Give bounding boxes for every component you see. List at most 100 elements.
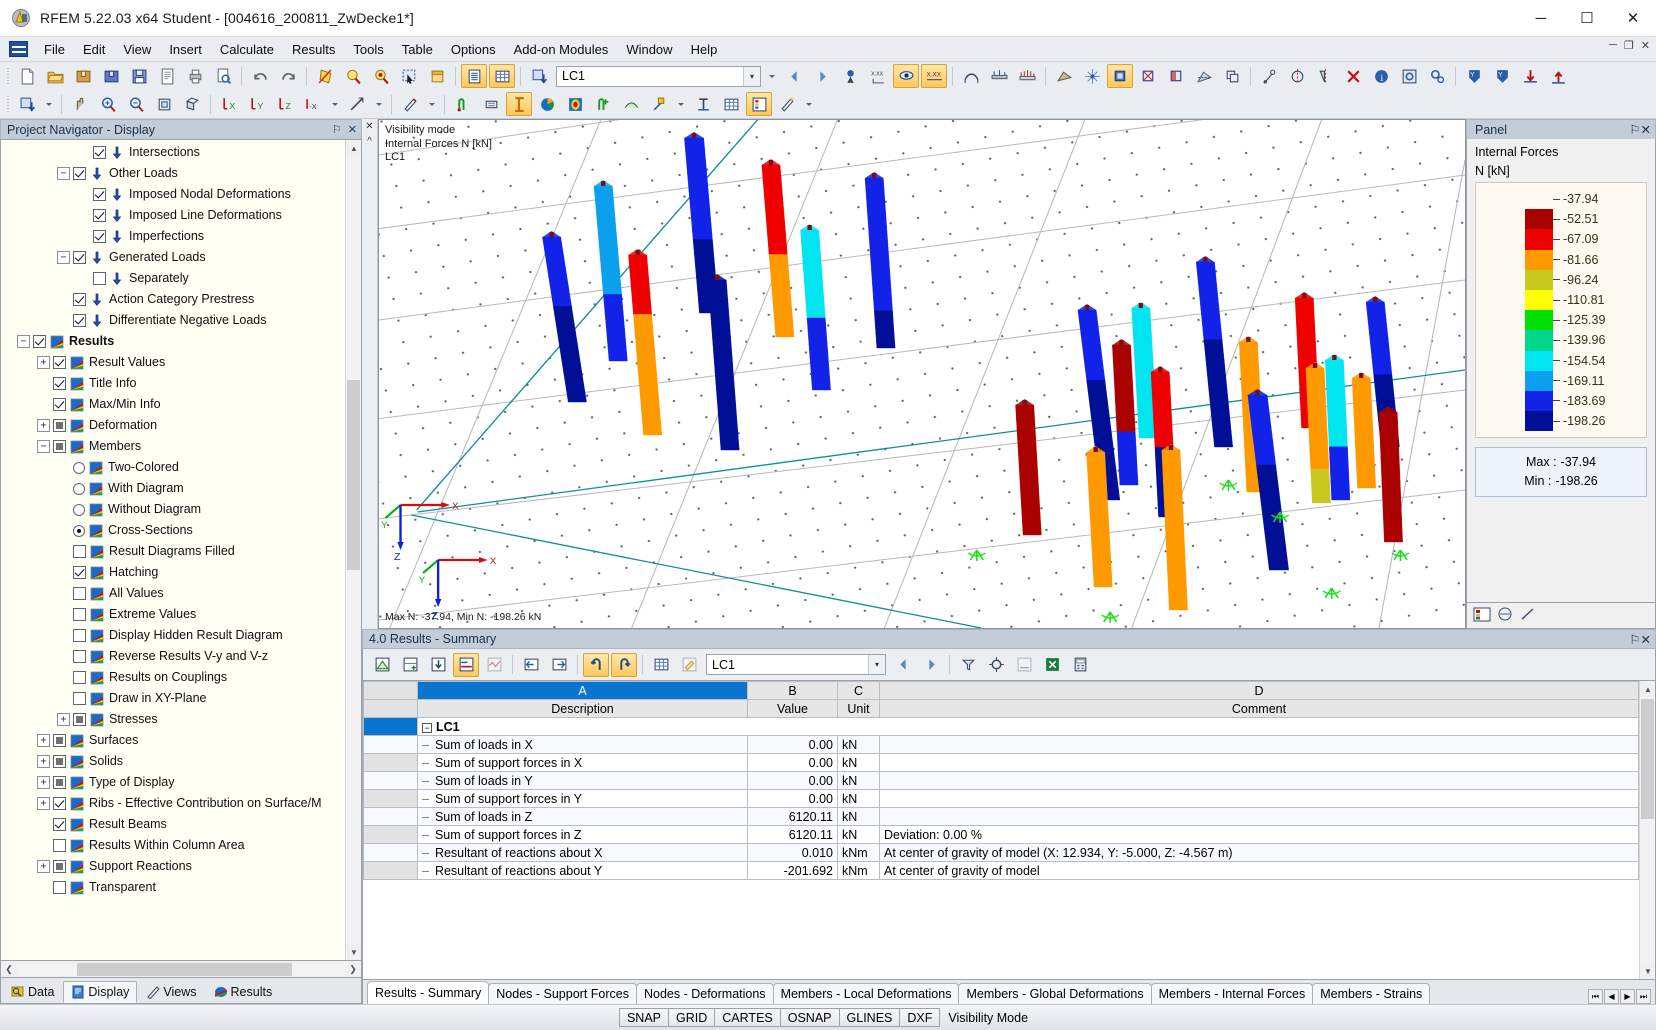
zoom-all-button[interactable] — [151, 92, 177, 116]
tree-checkbox[interactable] — [33, 335, 46, 348]
table-import-button[interactable] — [425, 653, 451, 677]
table-row[interactable]: – Sum of support forces in X 0.00 kN — [363, 753, 1639, 772]
table-tab[interactable]: Nodes - Deformations — [635, 983, 774, 1004]
status-segment-grid[interactable]: GRID — [668, 1008, 716, 1027]
tree-checkbox[interactable] — [93, 188, 106, 201]
maximize-button[interactable]: ☐ — [1564, 0, 1610, 37]
mirror-button[interactable] — [1312, 64, 1338, 88]
row-header[interactable] — [363, 825, 418, 844]
column-letter-header[interactable]: B — [747, 681, 838, 700]
show-grid-table-button[interactable] — [489, 64, 515, 88]
tree-item[interactable]: + Surfaces — [1, 730, 361, 751]
open-network-button[interactable] — [98, 64, 124, 88]
collapse-icon[interactable]: − — [57, 251, 70, 264]
expand-icon[interactable]: + — [37, 755, 50, 768]
tree-radio[interactable] — [73, 524, 85, 537]
navigator-tree[interactable]: Intersections − Other Loads Imposed Nodal D… — [0, 139, 362, 961]
view-in-y-button[interactable]: Y — [244, 92, 270, 116]
tree-checkbox[interactable] — [73, 608, 86, 621]
surface-results-button[interactable] — [562, 92, 588, 116]
export-excel-button[interactable] — [1039, 653, 1065, 677]
menu-edit[interactable]: Edit — [74, 39, 114, 60]
next-lc-button[interactable] — [809, 64, 835, 88]
custom-results-button[interactable] — [646, 92, 672, 116]
tree-checkbox[interactable] — [53, 839, 66, 852]
tree-item[interactable]: Result Beams — [1, 814, 361, 835]
grid-scroll-up-button[interactable]: ▲ — [1640, 681, 1655, 697]
tree-item[interactable]: + Support Reactions — [1, 856, 361, 877]
tree-checkbox[interactable] — [53, 755, 66, 768]
section-cut-button[interactable] — [690, 92, 716, 116]
nodal-support-button[interactable] — [478, 92, 504, 116]
column-letter-header[interactable] — [363, 681, 418, 700]
view-dropdown[interactable] — [328, 92, 342, 116]
column-letter-header[interactable]: A — [417, 681, 748, 700]
zoom-box-button[interactable] — [179, 92, 205, 116]
tree-radio[interactable] — [73, 503, 85, 516]
status-segment-dxf[interactable]: DXF — [899, 1008, 941, 1027]
status-segment-osnap[interactable]: OSNAP — [779, 1008, 840, 1027]
results-grid[interactable]: A B C D Description Value Unit Comment − LC1– Sum… — [362, 680, 1656, 980]
tree-item[interactable]: Without Diagram — [1, 499, 361, 520]
sections-button[interactable] — [1191, 64, 1217, 88]
navigator-tab-display[interactable]: Display — [63, 981, 138, 1003]
tree-checkbox[interactable] — [73, 251, 86, 264]
color-bar-button[interactable] — [746, 92, 772, 116]
grid-scroll-down-button[interactable]: ▼ — [1640, 963, 1655, 979]
menu-results[interactable]: Results — [283, 39, 344, 60]
navigator-tab-data[interactable]: Data — [3, 981, 62, 1003]
row-header[interactable] — [363, 789, 418, 808]
member-forces-button[interactable] — [986, 64, 1012, 88]
table-nav-button[interactable]: ⏭ — [1636, 989, 1651, 1004]
tree-item[interactable]: Imposed Line Deformations — [1, 205, 361, 226]
tree-checkbox[interactable] — [93, 209, 106, 222]
tree-checkbox[interactable] — [93, 230, 106, 243]
scroll-thumb[interactable] — [347, 380, 360, 570]
table-row[interactable]: – Resultant of reactions about X 0.010 kNm A… — [363, 843, 1639, 862]
table-tab[interactable]: Members - Local Deformations — [772, 983, 960, 1004]
measure-button[interactable] — [1256, 64, 1282, 88]
menu-addon-modules[interactable]: Add-on Modules — [505, 39, 618, 60]
mdi-minimize-button[interactable]: ─ — [1609, 39, 1617, 52]
table-tab[interactable]: Members - Global Deformations — [958, 983, 1152, 1004]
print-button[interactable] — [182, 64, 208, 88]
tree-radio[interactable] — [73, 461, 85, 474]
tree-item[interactable]: Extreme Values — [1, 604, 361, 625]
open-file-button[interactable] — [42, 64, 68, 88]
table-row[interactable]: – Resultant of reactions about Y -201.692 k… — [363, 861, 1639, 880]
zoom-rotate-button[interactable] — [368, 64, 394, 88]
expand-icon[interactable]: + — [37, 776, 50, 789]
view-in-z-button[interactable]: Z — [272, 92, 298, 116]
pan-hand-button[interactable] — [67, 92, 93, 116]
grid-scroll-thumb[interactable] — [1641, 699, 1654, 819]
render-wireframe-button[interactable] — [1135, 64, 1161, 88]
collapse-icon[interactable]: − — [57, 167, 70, 180]
numeric-results-button[interactable]: X.XX — [865, 64, 891, 88]
tree-item[interactable]: Two-Colored — [1, 457, 361, 478]
close-icon[interactable]: ✕ — [348, 123, 357, 136]
status-segment-snap[interactable]: SNAP — [618, 1008, 670, 1027]
expand-icon[interactable]: + — [37, 419, 50, 432]
table-insert-row-button[interactable] — [397, 653, 423, 677]
config-button[interactable] — [1424, 64, 1450, 88]
tree-checkbox[interactable] — [73, 692, 86, 705]
tree-item[interactable]: + Type of Display — [1, 772, 361, 793]
tree-checkbox[interactable] — [93, 146, 106, 159]
tree-item[interactable]: − Other Loads — [1, 163, 361, 184]
chevron-down-icon[interactable]: ▾ — [743, 66, 760, 86]
show-tables-button[interactable] — [461, 64, 487, 88]
tree-item[interactable]: All Values — [1, 583, 361, 604]
table-close-icon[interactable]: ✕ — [1641, 632, 1651, 647]
menu-file[interactable]: File — [35, 39, 74, 60]
hscroll-thumb[interactable] — [77, 962, 292, 976]
visibility-dropdown[interactable] — [425, 92, 439, 116]
import-arrow-button[interactable] — [1517, 64, 1543, 88]
render-solid-button[interactable] — [1107, 64, 1133, 88]
close-button[interactable]: ✕ — [1610, 0, 1656, 37]
menu-help[interactable]: Help — [682, 39, 727, 60]
tree-item[interactable]: − Results — [1, 331, 361, 352]
expand-icon[interactable]: + — [37, 356, 50, 369]
tree-item[interactable]: + Result Values — [1, 352, 361, 373]
panel-color-spectrum-icon[interactable] — [1473, 606, 1493, 625]
menu-calculate[interactable]: Calculate — [211, 39, 283, 60]
